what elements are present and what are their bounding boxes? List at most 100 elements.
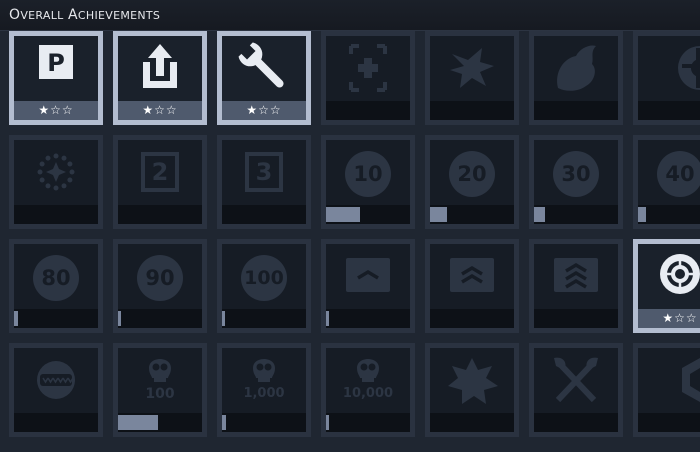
achievement-tile[interactable] [321, 31, 415, 125]
achievement-tile[interactable] [321, 239, 415, 333]
achievement-tile[interactable]: 30 [529, 135, 623, 229]
skull-count-icon [222, 348, 306, 413]
achievement-number-label: 3 [255, 158, 273, 186]
progress-track [14, 413, 98, 432]
progress-track [534, 309, 618, 328]
achievement-tile[interactable]: 1,000 [217, 343, 311, 437]
achievement-tile[interactable]: 100 [113, 343, 207, 437]
achievement-icon-area [534, 36, 618, 101]
progress-fill [222, 415, 226, 430]
achievement-icon-area [222, 36, 306, 101]
achievement-tile[interactable]: 100 [217, 239, 311, 333]
achievement-tile[interactable]: ★☆☆ [113, 31, 207, 125]
achievement-icon-area [638, 36, 700, 101]
achievement-icon-area: 90 [118, 244, 202, 309]
achievement-tile[interactable] [9, 343, 103, 437]
progress-track [118, 413, 202, 432]
progress-track [14, 309, 98, 328]
star-rating: ★☆☆ [142, 103, 178, 117]
share-upload-icon [118, 36, 202, 101]
achievement-tile[interactable]: ★☆☆ [217, 31, 311, 125]
achievement-icon-area [534, 244, 618, 309]
achievement-tile[interactable]: ★☆☆ [633, 239, 700, 333]
achievement-tile[interactable]: 80 [9, 239, 103, 333]
achievement-tile[interactable]: 10,000 [321, 343, 415, 437]
progress-fill [14, 311, 18, 326]
fire-beast-icon [534, 36, 618, 101]
lifebuoy-icon [638, 36, 700, 101]
achievement-tile[interactable] [633, 343, 700, 437]
achievement-icon-area: 2 [118, 140, 202, 205]
achievement-tile[interactable] [529, 239, 623, 333]
achievement-icon-area: 3 [222, 140, 306, 205]
achievement-tile[interactable]: 2 [113, 135, 207, 229]
achievement-tile[interactable] [529, 343, 623, 437]
achievement-icon-area: 40 [638, 140, 700, 205]
progress-fill [118, 311, 121, 326]
progress-fill [118, 415, 158, 430]
achievement-tile[interactable]: P ★☆☆ [9, 31, 103, 125]
achievement-number-label: 30 [561, 162, 591, 186]
wrench-icon [222, 36, 306, 101]
progress-track [118, 309, 202, 328]
achievement-icon-area [534, 348, 618, 413]
progress-track [534, 413, 618, 432]
star-rating: ★☆☆ [662, 311, 698, 325]
progress-track [222, 205, 306, 224]
sparkle-burst-icon [14, 140, 98, 205]
svg-text:P: P [47, 49, 65, 77]
achievement-icon-area [638, 348, 700, 413]
achievement-tile[interactable]: 3 [217, 135, 311, 229]
achievement-icon-area [638, 244, 700, 309]
achievement-tile[interactable] [529, 31, 623, 125]
achievement-icon-area: 30 [534, 140, 618, 205]
progress-track [326, 413, 410, 432]
achievement-tile[interactable]: 90 [113, 239, 207, 333]
skull-count-icon [326, 348, 410, 413]
splatter-bird-icon [430, 36, 514, 101]
achievement-tile[interactable]: 10 [321, 135, 415, 229]
progress-track [638, 205, 700, 224]
progress-track [326, 101, 410, 120]
progress-track [14, 205, 98, 224]
star-rating-bar: ★☆☆ [14, 101, 98, 120]
progress-track [222, 413, 306, 432]
progress-track [430, 309, 514, 328]
achievement-tile[interactable]: 20 [425, 135, 519, 229]
progress-track [326, 309, 410, 328]
star-rating: ★☆☆ [38, 103, 74, 117]
achievement-tile[interactable] [633, 31, 700, 125]
achievement-icon-area: 100 [222, 244, 306, 309]
achievement-tile[interactable] [425, 343, 519, 437]
crosshair-icon [638, 244, 700, 309]
achievement-icon-area: 100 [118, 348, 202, 413]
achievement-tile[interactable] [425, 239, 519, 333]
achievement-icon-area [14, 348, 98, 413]
parking-icon: P [14, 36, 98, 101]
rank-chevron-3-icon [534, 244, 618, 309]
progress-track [222, 309, 306, 328]
achievement-tile[interactable] [425, 31, 519, 125]
achievement-tile[interactable] [9, 135, 103, 229]
progress-track [534, 205, 618, 224]
sawblade-icon [14, 348, 98, 413]
achievement-number-label: 10 [353, 162, 383, 186]
rank-chevron-1-icon [326, 244, 410, 309]
achievement-tile[interactable]: 40 [633, 135, 700, 229]
achievement-icon-area [118, 36, 202, 101]
cube-badge-icon [638, 348, 700, 413]
achievement-icon-area [326, 36, 410, 101]
progress-track [430, 205, 514, 224]
achievement-icon-area [430, 244, 514, 309]
achievement-number-label: 40 [665, 162, 695, 186]
progress-fill [430, 207, 447, 222]
achievement-icon-area [14, 140, 98, 205]
achievement-number-label: 20 [457, 162, 487, 186]
achievement-icon-area: 1,000 [222, 348, 306, 413]
progress-fill [326, 415, 329, 430]
progress-track [534, 101, 618, 120]
achievement-icon-area: P [14, 36, 98, 101]
splatter-cross-icon [430, 348, 514, 413]
progress-track [430, 413, 514, 432]
rank-chevron-2-icon [430, 244, 514, 309]
